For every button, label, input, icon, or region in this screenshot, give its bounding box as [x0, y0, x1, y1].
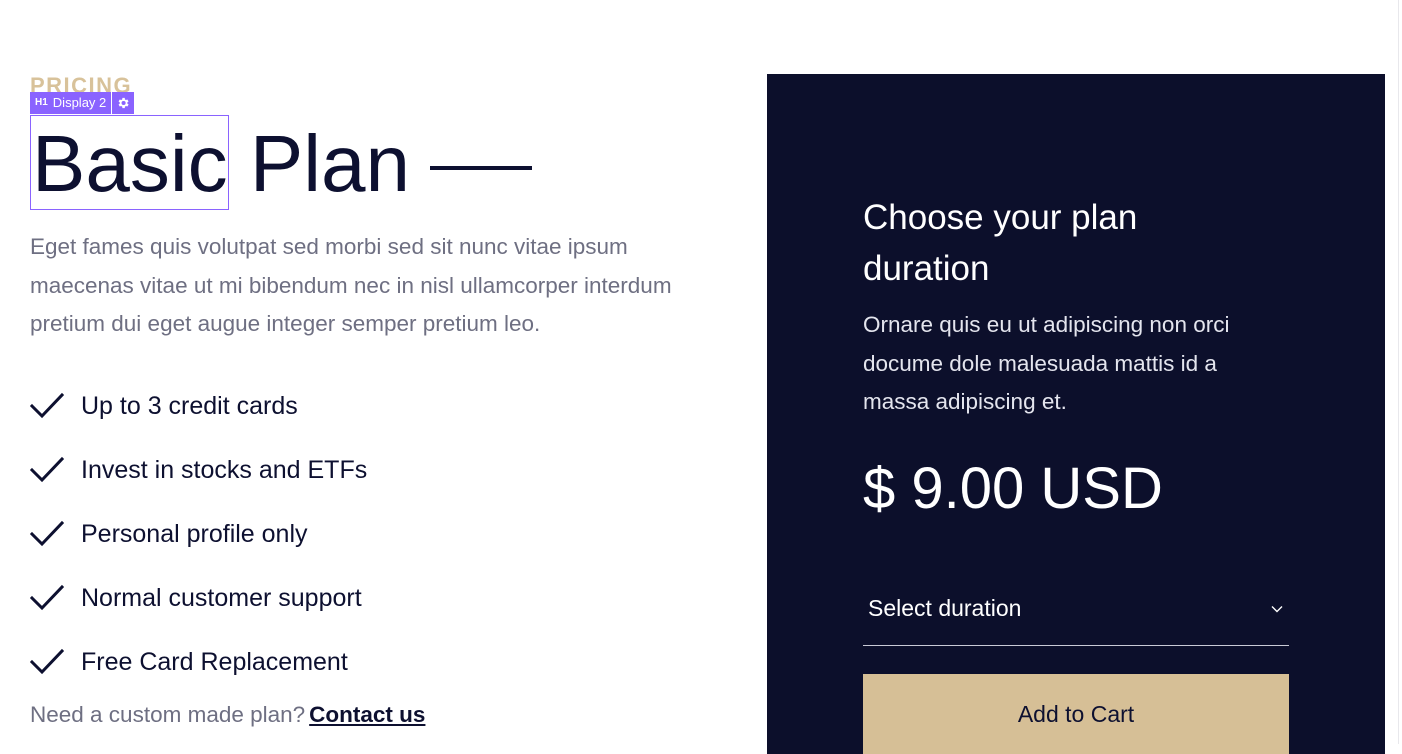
check-icon [30, 391, 64, 421]
title-dash-decoration [429, 166, 532, 170]
add-to-cart-button[interactable]: Add to Cart [863, 674, 1289, 754]
plan-description: Eget fames quis volutpat sed morbi sed s… [30, 234, 672, 336]
gear-icon[interactable] [112, 92, 135, 114]
chevron-down-icon [1271, 605, 1283, 613]
list-item: Free Card Replacement [30, 630, 367, 694]
editor-element-tag[interactable]: H1 Display 2 [30, 92, 135, 114]
plan-price: $ 9.00 USD [863, 456, 1163, 521]
duration-select-value: Select duration [868, 595, 1022, 621]
editor-tag-label[interactable]: H1 Display 2 [30, 92, 112, 114]
check-icon [30, 455, 64, 485]
feature-label: Invest in stocks and ETFs [81, 455, 368, 484]
contact-us-link[interactable]: Contact us [309, 702, 425, 727]
page-edge-divider [1398, 0, 1399, 744]
editor-selection-outline [30, 115, 229, 210]
check-icon [30, 583, 64, 613]
card-description: Ornare quis eu ut adipiscing non orci do… [863, 312, 1230, 414]
check-icon [30, 519, 64, 549]
list-item: Personal profile only [30, 502, 367, 566]
list-item: Invest in stocks and ETFs [30, 438, 367, 502]
feature-list: Up to 3 credit cards Invest in stocks an… [30, 374, 367, 694]
heading-level-badge: H1 [35, 97, 48, 108]
feature-label: Normal customer support [81, 583, 362, 612]
feature-label: Up to 3 credit cards [81, 391, 298, 420]
checkout-card: Choose your plan duration Ornare quis eu… [767, 74, 1385, 754]
style-name-label: Display 2 [52, 95, 107, 110]
list-item: Up to 3 credit cards [30, 374, 367, 438]
custom-plan-note: Need a custom made plan? Contact us [30, 702, 425, 728]
card-heading: Choose your plan duration [863, 198, 1138, 288]
feature-label: Personal profile only [81, 519, 308, 548]
list-item: Normal customer support [30, 566, 367, 630]
check-icon [30, 647, 64, 677]
custom-plan-text: Need a custom made plan? [30, 702, 306, 727]
feature-label: Free Card Replacement [81, 647, 348, 676]
duration-select[interactable]: Select duration [863, 572, 1289, 646]
